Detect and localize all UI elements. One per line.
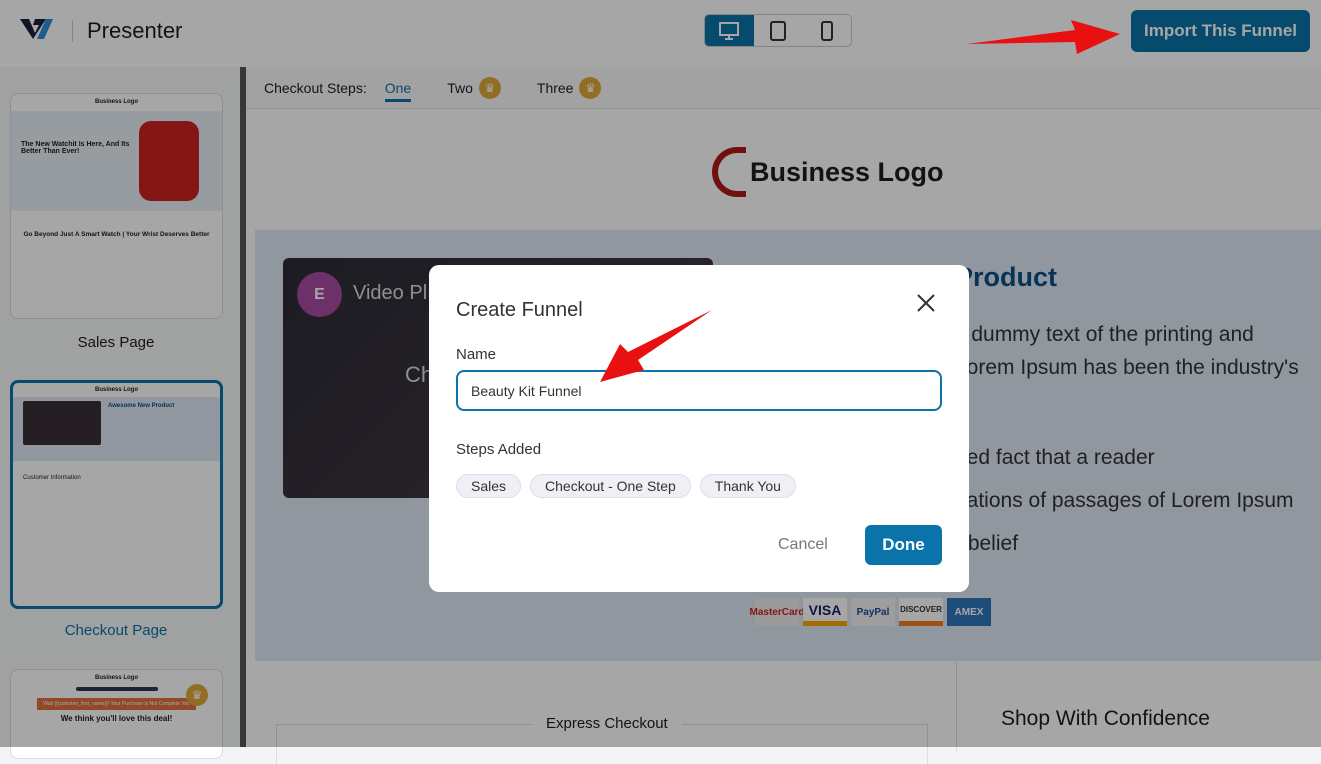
step-chip: Thank You bbox=[699, 474, 796, 498]
modal-title: Create Funnel bbox=[456, 299, 583, 321]
arrow-annotation-icon bbox=[600, 310, 712, 382]
name-label: Name bbox=[456, 346, 497, 363]
cancel-button[interactable]: Cancel bbox=[778, 536, 828, 554]
step-chip: Sales bbox=[456, 474, 522, 498]
arrow-annotation-icon bbox=[967, 20, 1120, 54]
close-icon[interactable] bbox=[916, 293, 936, 313]
step-chip: Checkout - One Step bbox=[530, 474, 691, 498]
steps-list: Sales Checkout - One Step Thank You bbox=[456, 474, 796, 498]
done-button[interactable]: Done bbox=[865, 525, 942, 565]
steps-added-label: Steps Added bbox=[456, 441, 542, 458]
